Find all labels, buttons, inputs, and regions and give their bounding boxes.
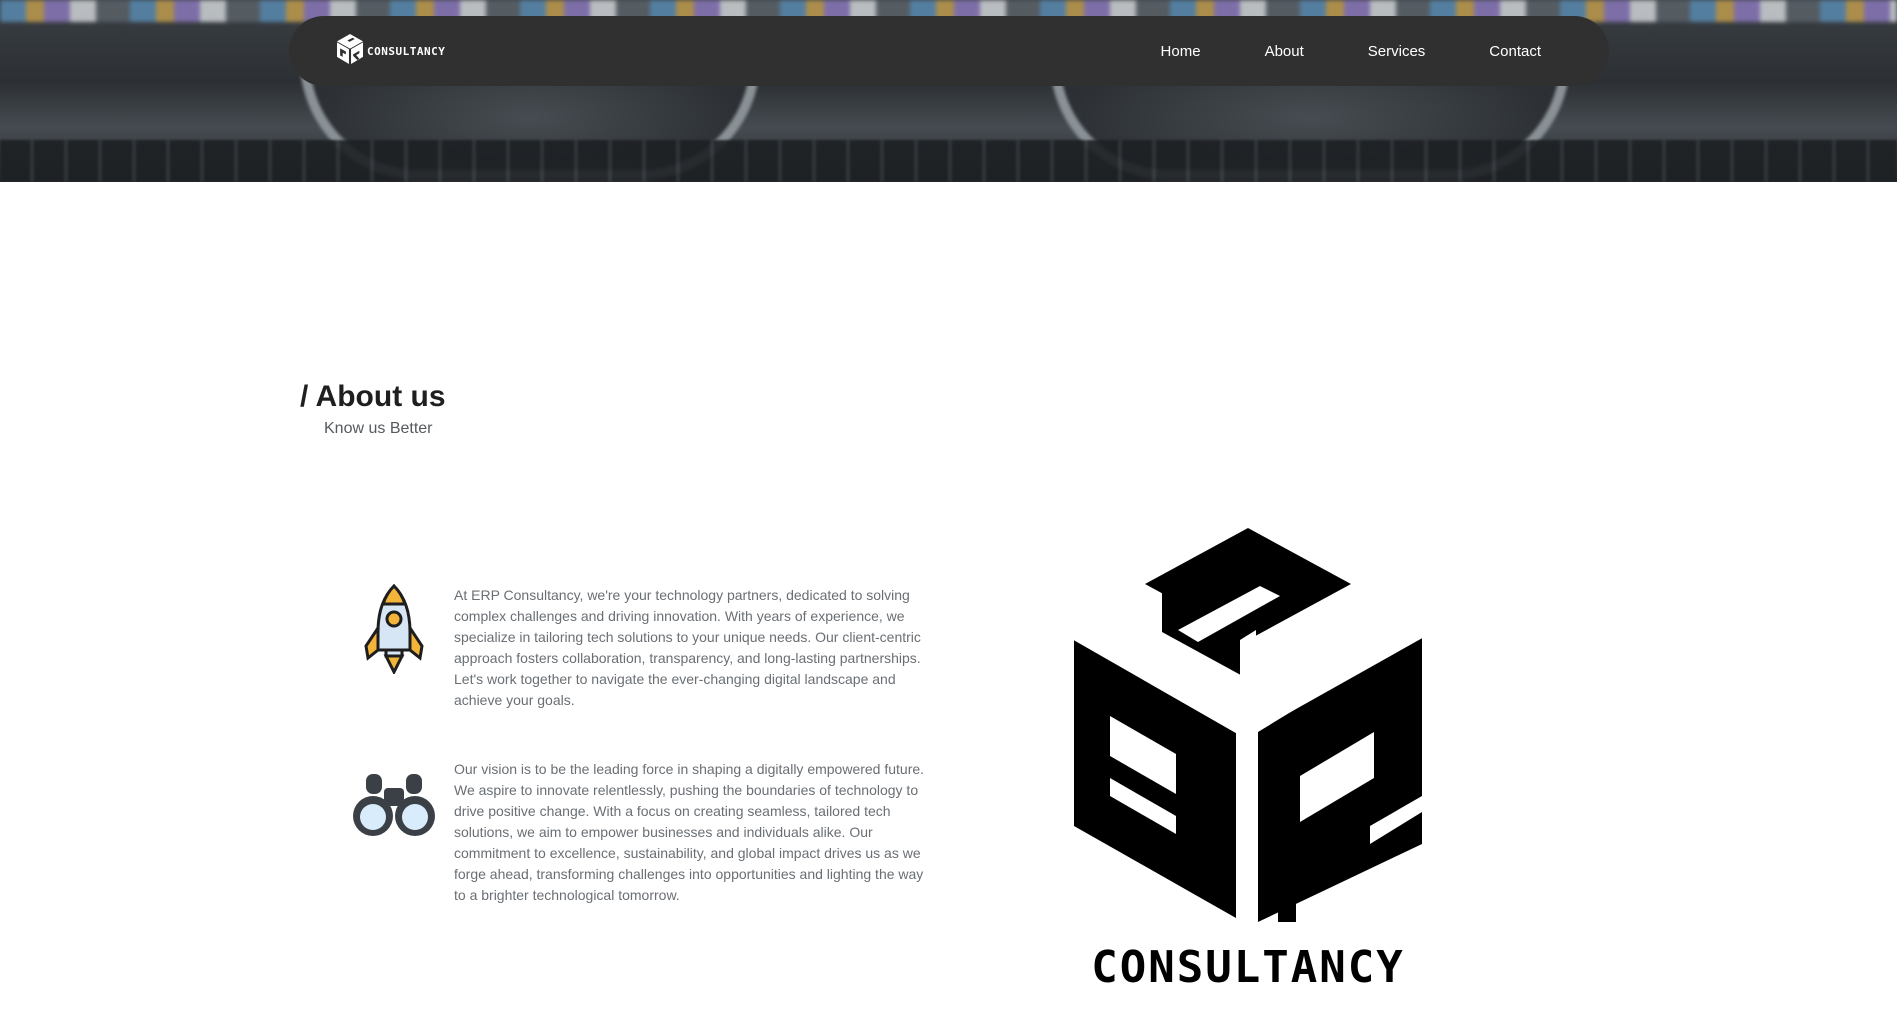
nav-links: Home About Services Contact (1097, 16, 1541, 86)
nav-link-services[interactable]: Services (1368, 43, 1426, 60)
navbar: CONSULTANCY Home About Services Contact (289, 16, 1609, 86)
erp-cube-logo-icon (337, 34, 363, 69)
mission-text: At ERP Consultancy, we're your technolog… (454, 587, 921, 708)
vision-text: Our vision is to be the leading force in… (454, 761, 925, 903)
rocket-icon (364, 583, 424, 679)
erp-consultancy-logo (1070, 526, 1426, 927)
nav-link-about[interactable]: About (1265, 43, 1304, 60)
about-title: / About us (300, 380, 446, 413)
brand-name: CONSULTANCY (367, 45, 446, 58)
nav-link-contact[interactable]: Contact (1489, 43, 1541, 60)
binoculars-icon (352, 772, 436, 843)
nav-link-home[interactable]: Home (1161, 43, 1201, 60)
logo-wordmark: CONSULTANCY (1091, 942, 1405, 993)
brand-logo-link[interactable]: CONSULTANCY (337, 34, 445, 69)
hero-background-keyboard (0, 140, 1897, 182)
about-subtitle: Know us Better (324, 420, 433, 437)
